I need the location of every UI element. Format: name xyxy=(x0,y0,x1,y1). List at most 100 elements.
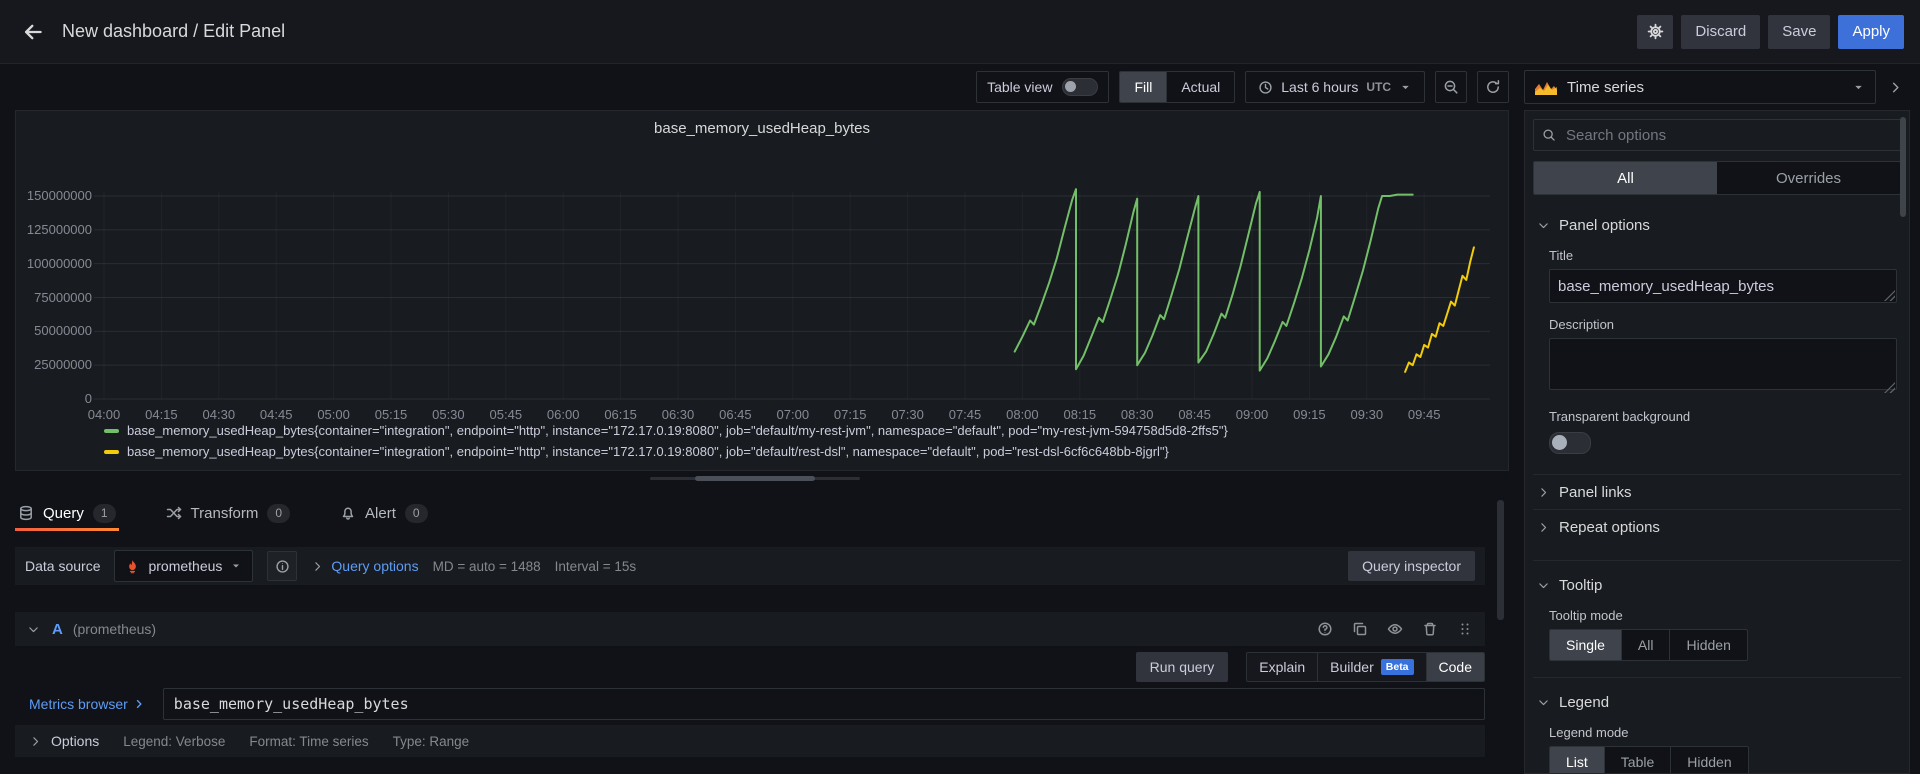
tab-overrides[interactable]: Overrides xyxy=(1717,162,1900,194)
builder-button[interactable]: Builder Beta xyxy=(1317,653,1425,681)
metrics-row: Metrics browser xyxy=(15,688,1485,720)
timeseries-plot[interactable] xyxy=(16,111,1508,470)
legend-mode-table[interactable]: Table xyxy=(1604,747,1670,774)
legend-label: base_memory_usedHeap_bytes{container="in… xyxy=(127,443,1169,460)
info-circle-icon xyxy=(275,559,290,574)
tooltip-mode-all[interactable]: All xyxy=(1621,630,1670,660)
options-search[interactable] xyxy=(1533,119,1901,151)
duplicate-query-button[interactable] xyxy=(1350,619,1370,639)
tooltip-mode-hidden[interactable]: Hidden xyxy=(1669,630,1746,660)
chart-legend: base_memory_usedHeap_bytes{container="in… xyxy=(104,422,1228,460)
visualization-picker[interactable]: Time series xyxy=(1524,70,1876,104)
refresh-button[interactable] xyxy=(1477,71,1509,103)
legend-section: Legend Legend mode List Table Hidden xyxy=(1533,677,1901,774)
table-view-label: Table view xyxy=(987,79,1052,95)
time-range-picker[interactable]: Last 6 hours UTC xyxy=(1245,71,1425,103)
fit-mode-group: Fill Actual xyxy=(1119,71,1235,103)
run-query-button[interactable]: Run query xyxy=(1136,652,1229,682)
description-field-label: Description xyxy=(1549,317,1897,332)
save-button[interactable]: Save xyxy=(1768,15,1830,49)
options-search-input[interactable] xyxy=(1564,126,1892,145)
interval-info: Interval = 15s xyxy=(555,559,636,574)
query-ref-id[interactable]: A xyxy=(52,621,63,638)
zoom-out-button[interactable] xyxy=(1435,71,1467,103)
datasource-help-button[interactable] xyxy=(267,551,297,581)
resize-grip[interactable] xyxy=(695,476,815,481)
options-toggle[interactable]: Options xyxy=(29,733,99,749)
sidebar-scrollbar[interactable] xyxy=(1900,117,1906,217)
metrics-browser-button[interactable]: Metrics browser xyxy=(15,695,151,713)
query-options-toggle[interactable]: Query options xyxy=(311,558,418,574)
datasource-select[interactable]: prometheus xyxy=(114,550,253,582)
caret-down-icon xyxy=(1399,81,1412,94)
gear-icon xyxy=(1647,23,1664,40)
hide-query-button[interactable] xyxy=(1385,619,1405,639)
title-field-label: Title xyxy=(1549,248,1897,263)
panel-links-section[interactable]: Panel links xyxy=(1533,474,1901,509)
discard-button[interactable]: Discard xyxy=(1681,15,1760,49)
panel-options-pane: All Overrides Panel options Title Descri… xyxy=(1524,110,1910,774)
database-icon xyxy=(18,505,34,521)
table-view-toggle[interactable]: Table view xyxy=(976,71,1109,103)
chevron-right-icon xyxy=(1537,521,1550,534)
panel-description-input[interactable] xyxy=(1549,338,1897,390)
repeat-options-section[interactable]: Repeat options xyxy=(1533,509,1901,544)
format-option-summary: Format: Time series xyxy=(249,734,368,749)
promql-query-input[interactable] xyxy=(163,688,1485,720)
query-help-button[interactable] xyxy=(1315,619,1335,639)
transparent-bg-label: Transparent background xyxy=(1549,409,1897,424)
collapse-query-button[interactable] xyxy=(25,621,42,638)
drag-query-button[interactable] xyxy=(1455,619,1475,639)
panel-title-input[interactable] xyxy=(1549,269,1897,303)
tooltip-mode-group: Single All Hidden xyxy=(1549,629,1748,661)
tooltip-header[interactable]: Tooltip xyxy=(1533,577,1901,594)
delete-query-button[interactable] xyxy=(1420,619,1440,639)
legend-item[interactable]: base_memory_usedHeap_bytes{container="in… xyxy=(104,443,1228,460)
chevron-right-icon xyxy=(1888,80,1903,95)
section-title: Repeat options xyxy=(1559,519,1660,536)
page-title: New dashboard / Edit Panel xyxy=(62,21,285,42)
tab-all[interactable]: All xyxy=(1534,162,1717,194)
back-button[interactable] xyxy=(16,15,50,49)
collapse-sidebar-button[interactable] xyxy=(1880,70,1910,104)
tab-query[interactable]: Query 1 xyxy=(15,496,119,530)
legend-mode-hidden[interactable]: Hidden xyxy=(1670,747,1747,774)
explain-button[interactable]: Explain xyxy=(1247,653,1317,681)
tab-alert[interactable]: Alert 0 xyxy=(337,496,431,530)
actual-button[interactable]: Actual xyxy=(1166,72,1234,102)
legend-header[interactable]: Legend xyxy=(1533,694,1901,711)
top-header: New dashboard / Edit Panel Discard Save … xyxy=(0,0,1920,64)
code-button[interactable]: Code xyxy=(1426,653,1484,681)
query-options-row: Options Legend: Verbose Format: Time ser… xyxy=(15,725,1485,757)
query-row-header: A (prometheus) xyxy=(15,612,1485,646)
query-actions-row: Run query Explain Builder Beta Code xyxy=(15,652,1485,682)
timeseries-viz-icon xyxy=(1535,80,1557,95)
apply-button[interactable]: Apply xyxy=(1838,15,1904,49)
section-title: Tooltip xyxy=(1559,577,1602,594)
options-label: Options xyxy=(51,733,99,749)
legend-mode-list[interactable]: List xyxy=(1550,747,1604,774)
chevron-right-icon xyxy=(29,735,42,748)
panel-toolbar: Table view Fill Actual Last 6 hours UTC xyxy=(0,64,1509,110)
section-title: Legend xyxy=(1559,694,1609,711)
panel-settings-button[interactable] xyxy=(1637,15,1673,49)
split-resize-handle[interactable] xyxy=(0,477,1509,481)
editor-scrollbar[interactable] xyxy=(1497,500,1504,620)
datasource-label: Data source xyxy=(25,558,100,574)
copy-icon xyxy=(1352,621,1368,637)
table-view-switch[interactable] xyxy=(1062,78,1098,96)
fill-button[interactable]: Fill xyxy=(1120,72,1166,102)
help-circle-icon xyxy=(1317,621,1333,637)
legend-option-summary: Legend: Verbose xyxy=(123,734,225,749)
tooltip-mode-single[interactable]: Single xyxy=(1550,630,1621,660)
query-row-actions xyxy=(1315,619,1475,639)
legend-item[interactable]: base_memory_usedHeap_bytes{container="in… xyxy=(104,422,1228,439)
legend-label: base_memory_usedHeap_bytes{container="in… xyxy=(127,422,1228,439)
header-actions: Discard Save Apply xyxy=(1637,15,1904,49)
transparent-bg-switch[interactable] xyxy=(1549,432,1591,454)
tab-transform[interactable]: Transform 0 xyxy=(163,496,293,530)
tab-badge: 0 xyxy=(267,504,290,523)
legend-swatch-yellow xyxy=(104,450,119,454)
query-inspector-button[interactable]: Query inspector xyxy=(1348,551,1475,581)
panel-options-header[interactable]: Panel options xyxy=(1533,217,1901,234)
